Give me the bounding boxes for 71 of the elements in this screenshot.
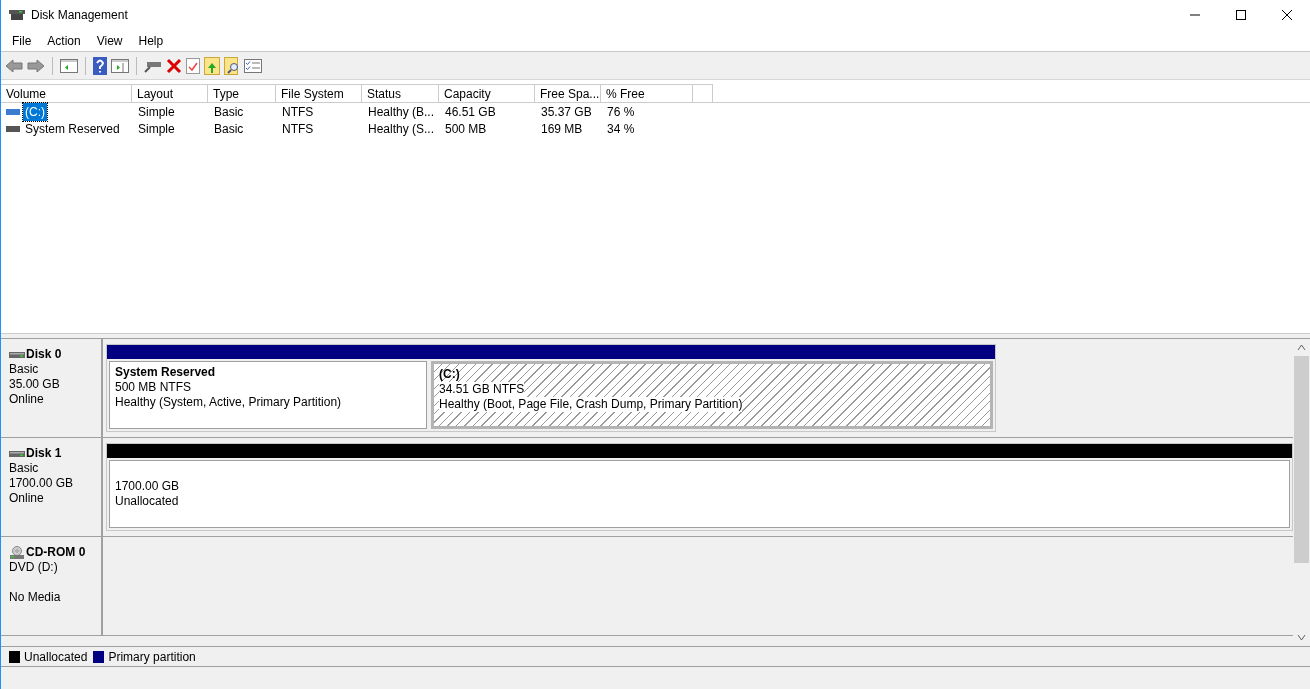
partition-size: 500 MB NTFS bbox=[115, 380, 193, 395]
forward-arrow-icon[interactable] bbox=[27, 58, 45, 73]
column-header[interactable]: Status bbox=[362, 84, 439, 102]
table-cell-text: 35.37 GB bbox=[540, 103, 593, 121]
menu-item[interactable]: View bbox=[88, 31, 131, 50]
close-icon bbox=[1282, 10, 1292, 20]
action-pane-icon[interactable] bbox=[111, 58, 129, 73]
drive-list-item[interactable]: System Reserved bbox=[23, 119, 122, 138]
table-cell-text: Healthy (B... bbox=[367, 103, 436, 121]
disk-info: DVD (D:) bbox=[9, 560, 59, 575]
table-cell-text: Basic bbox=[213, 103, 245, 121]
menu-item[interactable]: File bbox=[4, 31, 40, 50]
column-header[interactable]: % Free bbox=[601, 84, 693, 102]
disk-info: Basic bbox=[9, 461, 40, 476]
window-title: Disk Management bbox=[31, 7, 128, 24]
menu-item[interactable]: Help bbox=[130, 31, 172, 50]
disk-management-icon bbox=[9, 8, 25, 22]
disk-info: 35.00 GB bbox=[9, 377, 61, 392]
hard-drive-icon bbox=[6, 125, 20, 132]
partition-status: Healthy (Boot, Page File, Crash Dump, Primary Partition) bbox=[439, 397, 743, 412]
column-header[interactable]: File System bbox=[276, 84, 362, 102]
disk-name: Disk 0 bbox=[26, 347, 62, 362]
folder-up-icon[interactable] bbox=[204, 56, 220, 75]
partition-block[interactable]: System Reserved 500 MB NTFS Healthy (System, Active, Primary Partition) bbox=[109, 361, 427, 429]
disk-info: No Media bbox=[9, 590, 62, 605]
table-cell-text: Simple bbox=[137, 120, 176, 138]
search-folder-icon[interactable] bbox=[224, 56, 240, 75]
table-cell-text: 46.51 GB bbox=[444, 103, 497, 121]
partition-name: (C:) bbox=[439, 367, 461, 382]
help-icon[interactable] bbox=[93, 56, 107, 75]
partition-status: Unallocated bbox=[115, 494, 180, 509]
delete-icon[interactable] bbox=[166, 57, 182, 74]
disk-info: Basic bbox=[9, 362, 40, 377]
table-cell-text: 500 MB bbox=[444, 120, 488, 138]
scrollbar-thumb[interactable] bbox=[1294, 356, 1309, 563]
column-header[interactable]: Layout bbox=[132, 84, 208, 102]
partition-block[interactable]: 1700.00 GB Unallocated bbox=[109, 460, 1290, 528]
hard-drive-icon bbox=[9, 449, 25, 458]
properties-icon[interactable] bbox=[186, 57, 200, 74]
menu-item[interactable]: Action bbox=[39, 31, 89, 50]
table-cell-text: Healthy (S... bbox=[367, 120, 436, 138]
column-header[interactable]: Volume bbox=[1, 84, 132, 102]
table-cell-text: Simple bbox=[137, 103, 176, 121]
back-arrow-icon[interactable] bbox=[5, 58, 23, 73]
disk-name: Disk 1 bbox=[26, 446, 62, 461]
table-cell-text: NTFS bbox=[281, 120, 315, 138]
table-cell-text: 169 MB bbox=[540, 120, 584, 138]
disk-info: 1700.00 GB bbox=[9, 476, 75, 491]
column-header[interactable]: Free Spa... bbox=[535, 84, 601, 102]
partition-name: System Reserved bbox=[115, 365, 217, 380]
partition-size: 34.51 GB NTFS bbox=[439, 382, 525, 397]
table-cell-text: 34 % bbox=[606, 120, 636, 138]
column-header[interactable]: Type bbox=[208, 84, 276, 102]
table-cell-text: NTFS bbox=[281, 103, 315, 121]
legend-label: Unallocated bbox=[24, 648, 88, 666]
hard-drive-icon bbox=[9, 350, 25, 359]
cd-drive-icon bbox=[9, 545, 25, 560]
table-cell-text: 76 % bbox=[606, 103, 636, 121]
drive-list-item[interactable]: (C:) bbox=[23, 102, 47, 121]
disk-info: Online bbox=[9, 392, 45, 407]
partition-size: 1700.00 GB bbox=[115, 479, 181, 494]
partition-status: Healthy (System, Active, Primary Partition) bbox=[115, 395, 343, 410]
console-tree-icon[interactable] bbox=[60, 58, 78, 73]
legend-label: Primary partition bbox=[108, 648, 196, 666]
maximize-icon bbox=[1236, 10, 1246, 20]
disk-info: Online bbox=[9, 491, 45, 506]
disk-name: CD-ROM 0 bbox=[26, 545, 86, 560]
checklist-icon[interactable] bbox=[244, 58, 262, 73]
column-header[interactable]: Capacity bbox=[439, 84, 535, 102]
partition-block[interactable]: (C:) 34.51 GB NTFS Healthy (Boot, Page File, Crash Dump, Primary Partition) bbox=[431, 361, 993, 429]
table-cell-text: Basic bbox=[213, 120, 245, 138]
